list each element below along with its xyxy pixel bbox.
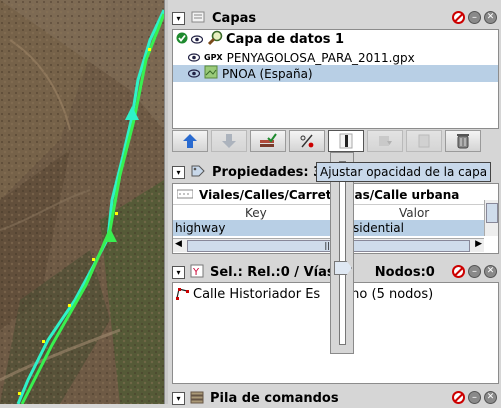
delete-button[interactable] <box>445 130 481 152</box>
move-up-button[interactable] <box>172 130 208 152</box>
duplicate-icon <box>418 134 430 148</box>
layers-list[interactable]: Capa de datos 1 GPX PENYAGOLOSA_PARA_201… <box>172 29 499 129</box>
opacity-icon <box>300 134 314 148</box>
object-type: Viales/Calles/Carret <box>199 188 332 202</box>
table-row[interactable]: highway sidential <box>173 220 484 236</box>
scroll-left-icon[interactable]: ◀ <box>175 239 182 249</box>
close-icon[interactable]: ✕ <box>484 265 497 278</box>
slider-track[interactable] <box>339 161 346 345</box>
move-down-button[interactable] <box>211 130 247 152</box>
object-type-tail: as/Calle urbana <box>354 188 460 202</box>
disable-icon[interactable] <box>452 11 465 24</box>
commands-panel-title: Pila de comandos <box>210 390 339 406</box>
selection-icon: Y <box>190 264 204 281</box>
opacity-slider-icon <box>339 133 353 149</box>
layer-item[interactable]: GPX PENYAGOLOSA_PARA_2011.gpx <box>173 49 498 66</box>
collapse-toggle-icon[interactable]: ▾ <box>172 11 185 25</box>
svg-text:Y: Y <box>192 267 200 278</box>
close-icon[interactable]: ✕ <box>484 391 497 404</box>
selection-item-label-tail: ano (5 nodos) <box>343 287 434 302</box>
move-down-icon <box>222 134 236 148</box>
properties-panel-title: Propiedades: 3 <box>212 164 323 180</box>
duplicate-button[interactable] <box>406 130 442 152</box>
layers-toolbar <box>172 130 481 154</box>
layer-name: PENYAGOLOSA_PARA_2011.gpx <box>226 50 415 65</box>
scroll-right-icon[interactable]: ▶ <box>475 239 482 249</box>
track-overlay[interactable] <box>0 0 164 404</box>
layers-panel-header: ▾ Capas – ✕ <box>168 8 501 28</box>
column-valor[interactable]: Valor <box>399 206 429 220</box>
property-key: highway <box>175 221 226 235</box>
move-up-icon <box>183 134 197 148</box>
selection-panel-title-tail: Nodos:0 <box>374 264 435 280</box>
gpx-icon: GPX <box>204 53 223 62</box>
close-icon[interactable]: ✕ <box>484 11 497 24</box>
delete-icon <box>457 134 469 149</box>
layer-name: PNOA (España) <box>222 66 313 81</box>
download-button[interactable] <box>367 130 403 152</box>
visibility-eye-icon[interactable] <box>190 33 204 47</box>
layers-icon <box>190 10 206 27</box>
opacity-slider-button[interactable] <box>328 130 364 152</box>
tag-icon <box>190 164 206 181</box>
tooltip: Ajustar opacidad de la capa <box>316 162 492 182</box>
visibility-eye-icon[interactable] <box>187 67 201 81</box>
slider-thumb[interactable] <box>334 261 352 275</box>
minimize-icon[interactable]: – <box>468 391 481 404</box>
map-view[interactable] <box>0 0 164 404</box>
direction-arrow-icon <box>103 228 117 242</box>
layer-item[interactable]: Capa de datos 1 <box>173 30 498 49</box>
merge-button[interactable] <box>250 130 286 152</box>
selection-panel-title: Sel.: Rel.:0 / Vías: <box>210 264 340 280</box>
column-key[interactable]: Key <box>245 206 267 220</box>
magnifier-layer-icon <box>207 30 223 49</box>
visibility-eye-icon[interactable] <box>187 51 201 65</box>
vertical-scrollbar[interactable] <box>484 200 498 236</box>
disable-icon[interactable] <box>452 265 465 278</box>
minimize-icon[interactable]: – <box>468 11 481 24</box>
layer-item-selected[interactable]: PNOA (España) <box>173 65 498 82</box>
layer-name: Capa de datos 1 <box>226 32 345 47</box>
check-icon[interactable] <box>176 32 188 47</box>
merge-icon <box>260 133 277 147</box>
layers-panel-title: Capas <box>212 10 257 26</box>
imagery-icon <box>204 65 218 82</box>
opacity-slider[interactable] <box>330 152 354 354</box>
collapse-toggle-icon[interactable]: ▾ <box>172 265 185 279</box>
opacity-button[interactable] <box>289 130 325 152</box>
way-icon <box>175 286 189 303</box>
scrollbar-thumb[interactable]: ||| <box>187 240 470 252</box>
horizontal-scrollbar[interactable]: ◀ ||| ▶ <box>173 238 484 252</box>
minimize-icon[interactable]: – <box>468 265 481 278</box>
property-value: sidential <box>353 221 404 235</box>
commands-panel-header: ▾ Pila de comandos – ✕ <box>168 388 501 408</box>
scrollbar-thumb[interactable] <box>486 203 498 223</box>
disable-icon[interactable] <box>452 391 465 404</box>
collapse-toggle-icon[interactable]: ▾ <box>172 391 185 405</box>
download-icon <box>379 136 392 146</box>
road-icon <box>176 188 194 203</box>
collapse-toggle-icon[interactable]: ▾ <box>172 165 185 179</box>
selection-item-label: Calle Historiador Es <box>193 287 321 302</box>
